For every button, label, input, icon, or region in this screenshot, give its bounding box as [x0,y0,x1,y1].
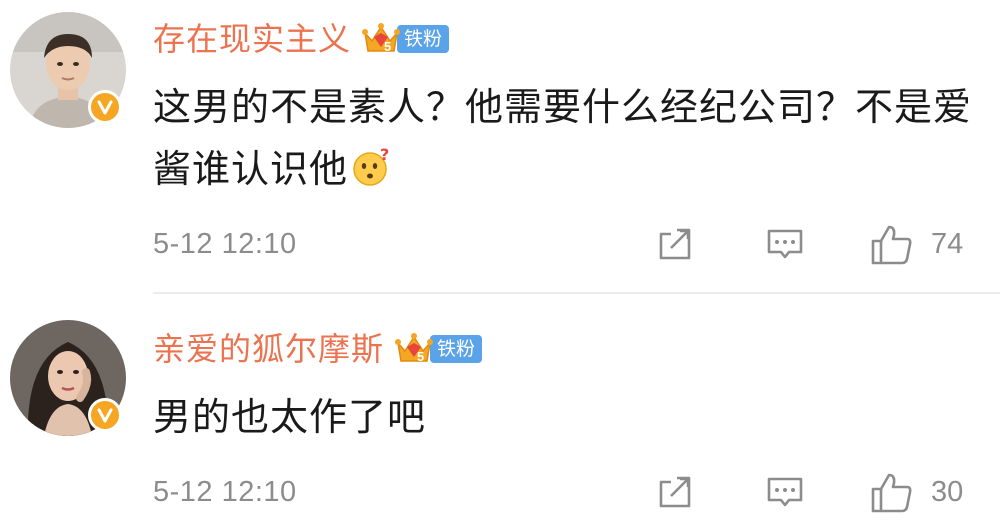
fan-badge-label: 铁粉 [397,25,450,53]
verified-v-icon [88,398,122,432]
thumbs-up-icon [871,225,912,265]
username[interactable]: 亲爱的狐尔摩斯 [153,324,384,374]
crown-icon: 5 [394,329,434,369]
reply-button[interactable] [765,219,805,269]
comment-header: 存在现实主义 5 铁粉 [153,14,450,64]
comment-meta: 5-12 12:10 [153,467,983,517]
comment-list: 存在现实主义 5 铁粉 这男的不是素人？他需要什么经纪公司？不是爱酱谁认识他 ?… [0,0,1000,531]
like-button[interactable]: 74 [869,219,963,269]
user-avatar[interactable] [10,320,126,436]
verified-v-icon [88,90,122,124]
comment-header: 亲爱的狐尔摩斯 5 铁粉 [153,324,483,374]
comment-body: 这男的不是素人？他需要什么经纪公司？不是爱酱谁认识他 [153,85,973,191]
share-icon [659,476,691,508]
fan-badge[interactable]: 5 铁粉 [394,329,483,369]
comment-icon [767,477,803,507]
like-count: 30 [931,475,964,508]
user-avatar[interactable] [10,12,126,128]
crown-icon: 5 [361,19,401,59]
timestamp: 5-12 12:10 [153,228,297,260]
comment-text: 这男的不是素人？他需要什么经纪公司？不是爱酱谁认识他 ? [153,76,983,200]
like-button[interactable]: 30 [869,467,963,517]
comment-item: 存在现实主义 5 铁粉 这男的不是素人？他需要什么经纪公司？不是爱酱谁认识他 ?… [0,0,1000,290]
fan-level: 5 [384,39,392,54]
timestamp: 5-12 12:10 [153,476,297,508]
share-button[interactable] [655,219,695,269]
comment-body: 男的也太作了吧 [153,395,427,439]
reply-button[interactable] [765,467,805,517]
comment-item: 亲爱的狐尔摩斯 5 铁粉 男的也太作了吧 5-12 12:10 30 [0,300,1000,531]
share-button[interactable] [655,467,695,517]
comment-text: 男的也太作了吧 [153,386,983,448]
svg-text:?: ? [380,146,390,164]
username[interactable]: 存在现实主义 [153,14,351,64]
fan-level: 5 [417,349,425,364]
comment-icon [767,229,803,259]
fan-badge[interactable]: 5 铁粉 [361,19,450,59]
like-count: 74 [931,227,964,260]
fan-badge-label: 铁粉 [430,335,483,363]
question-face-emoji: ? [350,144,392,186]
divider [153,292,1000,294]
share-icon [659,228,691,260]
thumbs-up-icon [871,473,912,513]
comment-meta: 5-12 12:10 [153,219,983,269]
